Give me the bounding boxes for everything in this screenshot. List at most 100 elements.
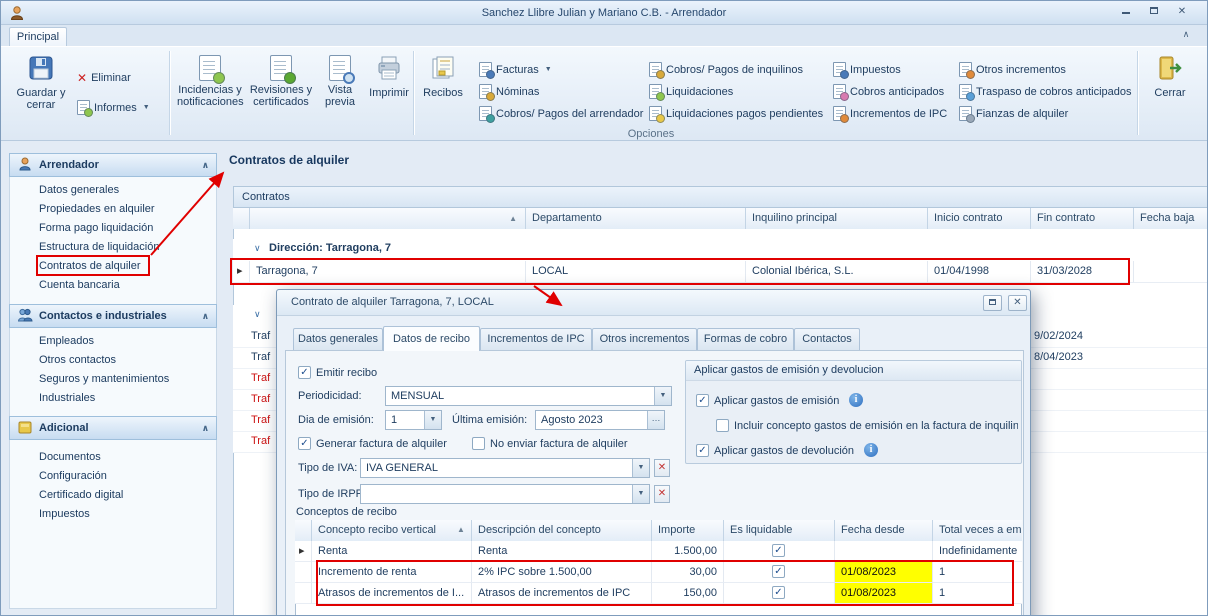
group-row-tarragona[interactable]: ∨ Dirección: Tarragona, 7 (233, 239, 1208, 261)
cell-fecha-desde[interactable]: 01/08/2023 (835, 583, 933, 604)
cell-importe[interactable]: 150,00 (652, 583, 724, 604)
header-direccion[interactable]: ▲ (250, 208, 526, 229)
periodicidad-select[interactable]: MENSUAL ▼ (385, 386, 672, 406)
sidebar-item-estructura-de-liquidacion[interactable]: Estructura de liquidación (9, 238, 217, 257)
liquidaciones-pendientes-button[interactable]: Liquidaciones pagos pendientes (649, 104, 823, 123)
incrementos-ipc-button[interactable]: Incrementos de IPC (833, 104, 947, 123)
tab-contactos[interactable]: Contactos (794, 328, 860, 350)
cell-direccion[interactable]: Tarragona, 7 (250, 261, 526, 283)
header-es-liquidable[interactable]: Es liquidable (724, 520, 835, 541)
tab-principal[interactable]: Principal (9, 27, 67, 46)
incluir-concepto-checkbox[interactable] (716, 419, 729, 432)
minimize-button[interactable] (1113, 5, 1139, 21)
tab-incrementos-de-ipc[interactable]: Incrementos de IPC (480, 328, 592, 350)
cobros-anticipados-button[interactable]: Cobros anticipados (833, 82, 944, 101)
cell-fecha-desde[interactable] (835, 541, 933, 562)
cell-total-veces[interactable]: Indefinidamente (933, 541, 1022, 562)
revisiones-button[interactable]: Revisiones y certificados (249, 51, 313, 133)
liquidable-checkbox[interactable] (772, 586, 785, 599)
sidebar-item-impuestos[interactable]: Impuestos (9, 505, 217, 524)
sidebar-item-forma-pago-liquidacion[interactable]: Forma pago liquidación (9, 219, 217, 238)
aplicar-gastos-emision-checkbox[interactable] (696, 394, 709, 407)
sidebar-item-certificado-digital[interactable]: Certificado digital (9, 486, 217, 505)
impuestos-button[interactable]: Impuestos (833, 60, 901, 79)
header-inquilino-principal[interactable]: Inquilino principal (746, 208, 928, 229)
sidebar-group-adicional[interactable]: Adicional ∧ (9, 416, 217, 440)
tipo-iva-select[interactable]: IVA GENERAL ▼ (360, 458, 650, 478)
dialog-close-button[interactable]: ✕ (1008, 295, 1027, 311)
header-total-veces[interactable]: Total veces a emit (933, 520, 1022, 541)
header-descripcion[interactable]: Descripción del concepto (472, 520, 652, 541)
imprimir-button[interactable]: Imprimir (365, 51, 413, 133)
sidebar-item-industriales[interactable]: Industriales (9, 389, 217, 408)
sidebar-item-configuracion[interactable]: Configuración (9, 467, 217, 486)
sidebar-item-documentos[interactable]: Documentos (9, 448, 217, 467)
cell-importe[interactable]: 30,00 (652, 562, 724, 583)
sidebar-item-cuenta-bancaria[interactable]: Cuenta bancaria (9, 276, 217, 295)
guardar-y-cerrar-button[interactable]: Guardar y cerrar (13, 51, 69, 133)
tab-datos-generales[interactable]: Datos generales (293, 328, 383, 350)
cell-total-veces[interactable]: 1 (933, 583, 1022, 604)
facturas-button[interactable]: Facturas ▼ (479, 60, 552, 79)
cell-es-liquidable[interactable] (724, 583, 835, 604)
clear-iva-button[interactable]: ✕ (654, 459, 670, 477)
cell-fecha-baja[interactable] (1134, 261, 1208, 283)
tab-formas-de-cobro[interactable]: Formas de cobro (697, 328, 794, 350)
no-enviar-factura-checkbox[interactable] (472, 437, 485, 450)
header-concepto[interactable]: Concepto recibo vertical (312, 520, 472, 541)
header-importe[interactable]: Importe (652, 520, 724, 541)
aplicar-gastos-devolucion-checkbox[interactable] (696, 444, 709, 457)
fianzas-button[interactable]: Fianzas de alquiler (959, 104, 1068, 123)
cerrar-button[interactable]: Cerrar (1143, 51, 1197, 133)
info-icon[interactable]: i (849, 393, 863, 407)
close-button[interactable]: ✕ (1169, 5, 1195, 21)
ultima-emision-field[interactable]: Agosto 2023 … (535, 410, 665, 430)
header-departamento[interactable]: Departamento (526, 208, 746, 229)
cell-descripcion[interactable]: 2% IPC sobre 1.500,00 (472, 562, 652, 583)
generar-factura-checkbox[interactable] (298, 437, 311, 450)
cell-concepto[interactable]: Atrasos de incrementos de I... (312, 583, 472, 604)
cell-fin[interactable]: 31/03/2028 (1031, 261, 1134, 283)
emitir-recibo-checkbox[interactable] (298, 366, 311, 379)
cell-inquilino[interactable]: Colonial Ibérica, S.L. (746, 261, 928, 283)
otros-incrementos-button[interactable]: Otros incrementos (959, 60, 1066, 79)
collapse-chevron-icon[interactable]: ∨ (254, 309, 261, 320)
ellipsis-button[interactable]: … (647, 411, 664, 429)
cell-departamento[interactable]: LOCAL (526, 261, 746, 283)
sidebar-group-contactos[interactable]: Contactos e industriales ∧ (9, 304, 217, 328)
cell-descripcion[interactable]: Atrasos de incrementos de IPC (472, 583, 652, 604)
tab-datos-de-recibo[interactable]: Datos de recibo (383, 326, 480, 351)
sidebar-item-empleados[interactable]: Empleados (9, 332, 217, 351)
sidebar-item-propiedades-en-alquiler[interactable]: Propiedades en alquiler (9, 200, 217, 219)
cell-total-veces[interactable]: 1 (933, 562, 1022, 583)
informes-button[interactable]: Informes ▼ (77, 98, 150, 117)
dialog-maximize-button[interactable] (983, 295, 1002, 311)
incidencias-button[interactable]: Incidencias y notificaciones (177, 51, 243, 133)
sidebar-item-datos-generales[interactable]: Datos generales (9, 181, 217, 200)
chevron-down-icon[interactable]: ▼ (424, 411, 441, 429)
liquidable-checkbox[interactable] (772, 565, 785, 578)
clear-irpf-button[interactable]: ✕ (654, 485, 670, 503)
sidebar-item-contratos-de-alquiler[interactable]: Contratos de alquiler (9, 257, 217, 276)
header-fecha-baja[interactable]: Fecha baja (1134, 208, 1208, 229)
tab-otros-incrementos[interactable]: Otros incrementos (592, 328, 697, 350)
chevron-down-icon[interactable]: ▼ (654, 387, 671, 405)
chevron-down-icon[interactable]: ▼ (632, 485, 649, 503)
header-fin-contrato[interactable]: Fin contrato (1031, 208, 1134, 229)
cobros-pagos-arrendador-button[interactable]: Cobros/ Pagos del arrendador (479, 104, 643, 123)
cell-fecha-desde[interactable]: 01/08/2023 (835, 562, 933, 583)
header-inicio-contrato[interactable]: Inicio contrato (928, 208, 1031, 229)
tipo-irpf-select[interactable]: ▼ (360, 484, 650, 504)
collapse-chevron-icon[interactable]: ∨ (254, 243, 261, 254)
chevron-down-icon[interactable]: ▼ (632, 459, 649, 477)
cell-descripcion[interactable]: Renta (472, 541, 652, 562)
dia-emision-select[interactable]: 1 ▼ (385, 410, 442, 430)
cobros-pagos-inquilinos-button[interactable]: Cobros/ Pagos de inquilinos (649, 60, 803, 79)
nominas-button[interactable]: Nóminas (479, 82, 539, 101)
cell-concepto[interactable]: Renta (312, 541, 472, 562)
sidebar-group-arrendador[interactable]: Arrendador ∧ (9, 153, 217, 177)
recibos-button[interactable]: Recibos (421, 51, 465, 133)
eliminar-button[interactable]: ✕ Eliminar (77, 68, 131, 87)
liquidable-checkbox[interactable] (772, 544, 785, 557)
vista-previa-button[interactable]: Vista previa (317, 51, 363, 133)
